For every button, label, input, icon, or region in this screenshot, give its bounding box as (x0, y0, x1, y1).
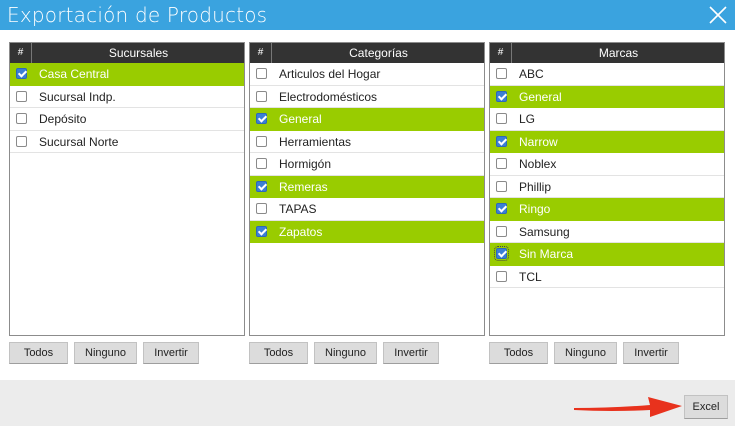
marca-row[interactable]: Noblex (490, 153, 724, 176)
checkbox[interactable] (496, 225, 507, 237)
checkbox[interactable] (16, 113, 27, 124)
checkbox[interactable] (496, 113, 507, 124)
sucursales-ninguno-button[interactable]: Ninguno (74, 342, 137, 364)
checkbox[interactable] (256, 90, 267, 102)
select-column-header: # (250, 43, 272, 63)
sucursales-panel: # Sucursales Casa Central Sucursal Indp. D… (9, 42, 245, 336)
marca-label: ABC (519, 67, 544, 81)
marca-label: TCL (519, 269, 542, 284)
checkbox[interactable] (256, 225, 267, 237)
sucursales-invertir-button[interactable]: Invertir (143, 342, 199, 364)
categorias-invertir-button[interactable]: Invertir (383, 342, 439, 364)
marca-row[interactable]: Samsung (490, 221, 724, 243)
checkbox[interactable] (496, 135, 507, 147)
select-column-header: # (10, 43, 32, 63)
marcas-panel: # Marcas ABC General LG Narrow Noblex Phillip… (489, 42, 725, 336)
categoria-row[interactable]: Hormigón (250, 153, 484, 176)
checkbox[interactable] (496, 90, 507, 102)
categorias-ninguno-button[interactable]: Ninguno (314, 342, 377, 364)
categoria-row[interactable]: Herramientas (250, 131, 484, 153)
excel-button[interactable]: Excel (684, 395, 728, 419)
categoria-label: Electrodomésticos (279, 89, 378, 104)
marca-label: Narrow (519, 134, 558, 149)
sucursal-label: Casa Central (39, 67, 110, 81)
categoria-row[interactable]: Zapatos (250, 220, 484, 243)
checkbox[interactable] (256, 203, 267, 214)
marca-label: LG (519, 112, 536, 126)
checkbox[interactable] (16, 90, 27, 102)
title-bar: Exportación de Productos (0, 0, 735, 30)
marcas-column-header[interactable]: Marcas (513, 43, 724, 63)
checkbox[interactable] (256, 180, 267, 192)
categoria-label: Herramientas (279, 134, 352, 149)
categoria-label: Zapatos (279, 224, 323, 239)
checkbox[interactable] (496, 68, 507, 79)
marcas-invertir-button[interactable]: Invertir (623, 342, 679, 364)
sucursal-row[interactable]: Sucursal Norte (10, 131, 244, 153)
checkbox[interactable] (256, 68, 267, 79)
categorias-column-header[interactable]: Categorías (273, 43, 484, 63)
checkbox[interactable] (256, 113, 267, 124)
categoria-label: Remeras (279, 179, 328, 194)
marca-row[interactable]: Narrow (490, 130, 724, 153)
select-column-header: # (490, 43, 512, 63)
marcas-ninguno-button[interactable]: Ninguno (554, 342, 617, 364)
marca-row[interactable]: Ringo (490, 198, 724, 221)
sucursal-row[interactable]: Sucursal Indp. (10, 86, 244, 108)
sucursal-label: Sucursal Norte (39, 134, 119, 149)
marca-label: Phillip (519, 179, 552, 194)
checkbox[interactable] (256, 158, 267, 169)
marca-label: Noblex (519, 157, 557, 171)
checkbox[interactable] (496, 203, 507, 214)
checkbox[interactable] (496, 180, 507, 192)
categoria-label: General (279, 112, 322, 126)
sucursal-row[interactable]: Casa Central (10, 63, 244, 86)
sucursales-column-header[interactable]: Sucursales (33, 43, 244, 63)
categoria-label: TAPAS (279, 202, 317, 216)
marcas-header: # Marcas (490, 43, 724, 63)
categoria-label: Articulos del Hogar (279, 67, 381, 81)
sucursales-list: Casa Central Sucursal Indp. Depósito Sucurs… (10, 63, 244, 153)
categoria-row[interactable]: Electrodomésticos (250, 86, 484, 108)
categoria-row[interactable]: General (250, 108, 484, 131)
categoria-row[interactable]: Articulos del Hogar (250, 63, 484, 86)
checkbox[interactable] (16, 68, 27, 79)
marca-row[interactable]: Phillip (490, 176, 724, 198)
close-icon[interactable] (707, 4, 729, 26)
checkbox[interactable] (496, 270, 507, 282)
categoria-row[interactable]: Remeras (250, 175, 484, 198)
categorias-header: # Categorías (250, 43, 484, 63)
marca-row[interactable]: ABC (490, 63, 724, 86)
categorias-panel: # Categorías Articulos del Hogar Electrod… (249, 42, 485, 336)
marca-label: Sin Marca (519, 247, 574, 261)
categoria-label: Hormigón (279, 157, 332, 171)
checkbox[interactable] (256, 135, 267, 147)
red-arrow-icon (574, 397, 682, 417)
sucursales-todos-button[interactable]: Todos (9, 342, 68, 364)
sucursal-row[interactable]: Depósito (10, 108, 244, 131)
categorias-todos-button[interactable]: Todos (249, 342, 308, 364)
sucursal-label: Sucursal Indp. (39, 89, 116, 104)
marcas-list: ABC General LG Narrow Noblex Phillip Ringo Sams… (490, 63, 724, 288)
sucursales-header: # Sucursales (10, 43, 244, 63)
checkbox[interactable] (16, 135, 27, 147)
marca-row[interactable]: TCL (490, 266, 724, 288)
categorias-list: Articulos del Hogar Electrodomésticos Gene… (250, 63, 484, 243)
marca-label: Samsung (519, 224, 570, 239)
checkbox[interactable] (494, 246, 509, 261)
window-title: Exportación de Productos (7, 3, 268, 27)
marcas-todos-button[interactable]: Todos (489, 342, 548, 364)
marca-row[interactable]: LG (490, 108, 724, 131)
checkbox[interactable] (496, 158, 507, 169)
categoria-row[interactable]: TAPAS (250, 198, 484, 221)
marca-label: General (519, 89, 562, 104)
marca-label: Ringo (519, 202, 551, 216)
sucursal-label: Depósito (39, 112, 87, 126)
marca-row[interactable]: Sin Marca (490, 243, 724, 266)
marca-row[interactable]: General (490, 85, 724, 108)
